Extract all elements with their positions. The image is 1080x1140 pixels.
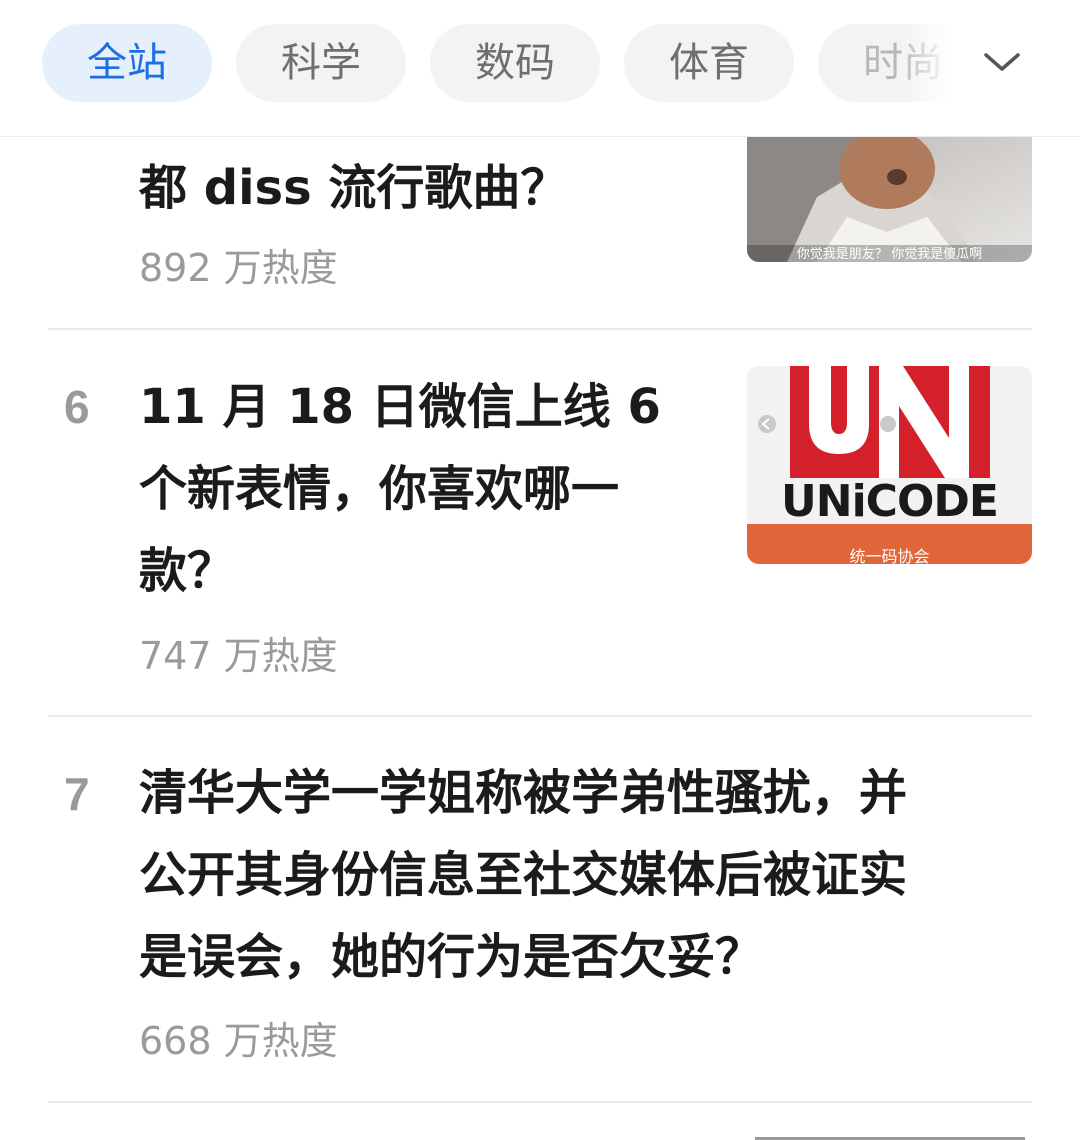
divider — [48, 1101, 1032, 1103]
unicode-logo-image — [747, 366, 1032, 564]
thumbnail-caption: 你觉我是朋友？ 你觉我是傻瓜啊 — [796, 246, 983, 261]
video-still-image — [747, 137, 1032, 262]
chevron-down-icon — [984, 53, 1020, 71]
list-item[interactable]: 6 11 月 18 日微信上线 6 个新表情，你喜欢哪一 款？ 747 万热度 … — [0, 330, 1080, 715]
tab-fade-overlay — [900, 20, 960, 110]
item-heat: 668 万热度 — [139, 1019, 338, 1063]
hot-list-feed: 都 diss 流行歌曲？ 892 万热度 你觉我是朋友？ 你觉我是傻瓜啊 6 1… — [0, 137, 1080, 1140]
rank-number: 6 — [64, 381, 90, 433]
item-title-line: 11 月 18 日微信上线 6 — [139, 379, 661, 435]
more-categories-button[interactable] — [960, 20, 1080, 110]
tab-digital[interactable]: 数码 — [430, 24, 600, 102]
item-thumbnail: 你觉我是朋友？ 你觉我是傻瓜啊 — [747, 137, 1032, 262]
tab-all[interactable]: 全站 — [42, 24, 212, 102]
item-title-line: 个新表情，你喜欢哪一 — [139, 461, 620, 517]
item-title-line: 清华大学一学姐称被学弟性骚扰，并 — [139, 765, 908, 821]
list-item[interactable]: 7 清华大学一学姐称被学弟性骚扰，并 公开其身份信息至社交媒体后被证实 是误会，… — [0, 717, 1080, 1103]
item-heat: 747 万热度 — [139, 634, 338, 678]
item-title-line: 是误会，她的行为是否欠妥？ — [139, 929, 764, 985]
item-title-line: 款？ — [139, 543, 236, 599]
item-title: 都 diss 流行歌曲？ — [139, 160, 569, 216]
item-title-line: 公开其身份信息至社交媒体后被证实 — [139, 847, 908, 903]
list-item[interactable]: 都 diss 流行歌曲？ 892 万热度 你觉我是朋友？ 你觉我是傻瓜啊 — [0, 137, 1080, 330]
rank-number: 7 — [64, 768, 90, 820]
tab-sports[interactable]: 体育 — [624, 24, 794, 102]
thumbnail-logo-text: UNiCODE — [781, 476, 999, 527]
thumbnail-caption: 统一码协会 — [849, 547, 930, 565]
item-thumbnail: UNiCODE 统一码协会 — [747, 366, 1032, 564]
category-tab-bar: 全站 科学 数码 体育 时尚 — [0, 0, 1080, 137]
tab-science[interactable]: 科学 — [236, 24, 406, 102]
item-heat: 892 万热度 — [139, 246, 338, 290]
